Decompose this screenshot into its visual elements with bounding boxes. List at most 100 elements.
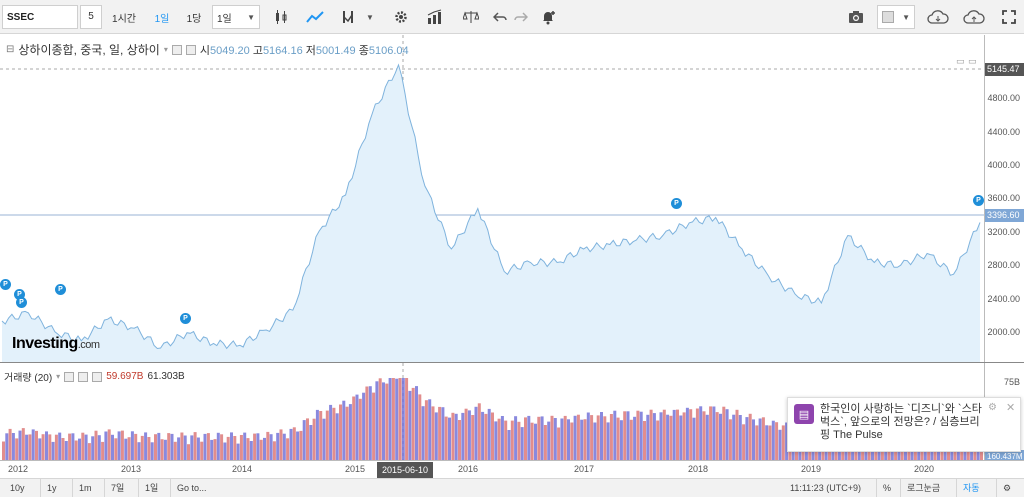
pane-maximize-icon[interactable]: ▭: [968, 56, 977, 67]
event-pin[interactable]: P: [16, 297, 27, 308]
visibility-icon[interactable]: [171, 44, 182, 55]
event-pin[interactable]: P: [55, 284, 66, 295]
volume-bar: [200, 441, 204, 460]
volume-bar: [256, 433, 260, 460]
volume-bar: [560, 418, 564, 460]
volume-bar: [682, 412, 686, 460]
bottom-bar: 10y 1y 1m 7일 1일 Go to... 11:11:23 (UTC+9…: [0, 478, 1024, 497]
interval-1m-button[interactable]: 1당: [180, 5, 208, 29]
indicators-chevron-down-icon[interactable]: ▼: [362, 5, 378, 29]
cloud-upload-icon[interactable]: [958, 5, 990, 29]
volume-bar: [58, 432, 62, 460]
volume-bar: [134, 433, 138, 460]
volume-close-icon[interactable]: [92, 371, 103, 382]
volume-bar: [375, 381, 379, 460]
notification-text[interactable]: 한국인이 사랑하는 `디즈니`와 `스타벅스`, 앞으로의 전망은? / 심층브…: [820, 403, 988, 442]
interval-dropdown[interactable]: 1일 ▼: [212, 5, 260, 29]
camera-icon[interactable]: [842, 5, 870, 29]
news-notification[interactable]: ▤ 한국인이 사랑하는 `디즈니`와 `스타벅스`, 앞으로의 전망은? / 심…: [787, 397, 1021, 452]
price-axis[interactable]: 4800.00 4400.00 4000.00 3600.00 3200.00 …: [984, 35, 1024, 362]
time-axis[interactable]: 2012 2013 2014 2015 2016 2017 2018 2019 …: [0, 460, 1024, 478]
volume-bar: [279, 429, 283, 460]
volume-bar: [51, 441, 55, 460]
low-label: 저: [305, 44, 316, 57]
gear-icon[interactable]: [388, 5, 414, 29]
range-10y-button[interactable]: 10y: [10, 479, 25, 497]
range-7d-button[interactable]: 7일: [104, 479, 124, 497]
volume-chevron-down-icon[interactable]: ▾: [56, 372, 60, 381]
volume-bar: [609, 414, 613, 460]
auto-scale-toggle[interactable]: 자동: [956, 479, 980, 497]
settings-gear-icon[interactable]: ⚙: [996, 479, 1011, 497]
volume-bar: [253, 433, 257, 460]
volume-bar: [137, 442, 141, 460]
redo-icon[interactable]: [511, 5, 531, 29]
notification-gear-icon[interactable]: ⚙: [988, 402, 997, 413]
volume-bar: [583, 419, 587, 460]
line-chart-icon[interactable]: [300, 5, 330, 29]
volume-bar: [114, 438, 118, 460]
symbol-input[interactable]: [2, 5, 78, 29]
event-pin[interactable]: P: [180, 313, 191, 324]
volume-bar: [391, 378, 395, 460]
legend-chevron-down-icon[interactable]: ▾: [164, 45, 168, 54]
volume-bar: [626, 411, 630, 460]
alert-bell-icon[interactable]: [536, 5, 560, 29]
interval-1h-button[interactable]: 1시간: [104, 5, 144, 29]
event-pin[interactable]: P: [973, 195, 984, 206]
volume-bar: [395, 378, 399, 460]
volume-visibility-icon[interactable]: [64, 371, 75, 382]
volume-bar: [719, 413, 722, 460]
range-1y-button[interactable]: 1y: [40, 479, 57, 497]
event-pin[interactable]: P: [671, 198, 682, 209]
interval-1d-button[interactable]: 1일: [148, 5, 176, 29]
crosshair-date-tag: 2015-06-10: [377, 462, 434, 478]
volume-bar: [150, 442, 154, 460]
volume-bar: [216, 432, 220, 460]
time-tick: 2018: [688, 464, 709, 474]
volume-bar: [213, 439, 217, 460]
undo-icon[interactable]: [490, 5, 510, 29]
volume-bar: [180, 432, 184, 460]
volume-bar: [385, 383, 389, 460]
volume-tick: 75B: [1003, 377, 1020, 387]
volume-bar: [685, 407, 689, 460]
volume-bar: [8, 428, 12, 460]
price-pane[interactable]: [0, 35, 984, 363]
percent-toggle[interactable]: %: [876, 479, 891, 497]
volume-bar: [41, 434, 45, 460]
volume-bar: [755, 425, 759, 460]
chart-legend: ⊟ 상하이종합, 중국, 일, 상하이 ▾ 시5049.20 고5164.16 …: [6, 41, 409, 58]
volume-bar: [748, 413, 752, 460]
close-icon[interactable]: ✕: [1006, 401, 1015, 414]
volume-bar: [339, 404, 342, 460]
cloud-download-icon[interactable]: [922, 5, 954, 29]
color-swatch-icon: [882, 11, 894, 23]
volume-bar: [600, 412, 603, 460]
fullscreen-icon[interactable]: [996, 5, 1022, 29]
bar-compare-icon[interactable]: [422, 5, 448, 29]
interval-dropdown-label: 1일: [217, 13, 232, 25]
volume-bar: [484, 413, 488, 460]
color-dropdown[interactable]: ▼: [877, 5, 915, 29]
event-pin[interactable]: P: [0, 279, 11, 290]
range-1m-button[interactable]: 1m: [72, 479, 92, 497]
pane-minimize-icon[interactable]: ▭: [956, 56, 965, 67]
volume-settings-icon[interactable]: [78, 371, 89, 382]
volume-bar: [15, 438, 19, 460]
resolution-input[interactable]: 5: [80, 5, 102, 29]
log-scale-toggle[interactable]: 로그눈금: [900, 479, 940, 497]
volume-bar: [306, 418, 309, 460]
indicators-icon[interactable]: [336, 5, 360, 29]
volume-bar: [742, 424, 746, 460]
volume-bar: [659, 412, 663, 460]
range-1d-button[interactable]: 1일: [138, 479, 158, 497]
volume-bar: [230, 432, 233, 460]
goto-button[interactable]: Go to...: [170, 479, 207, 497]
volume-bar: [649, 409, 653, 460]
collapse-icon[interactable]: ⊟: [6, 44, 14, 55]
volume-bar: [309, 425, 313, 460]
candlestick-icon[interactable]: [268, 5, 294, 29]
settings-square-icon[interactable]: [185, 44, 196, 55]
scale-icon[interactable]: [458, 5, 484, 29]
